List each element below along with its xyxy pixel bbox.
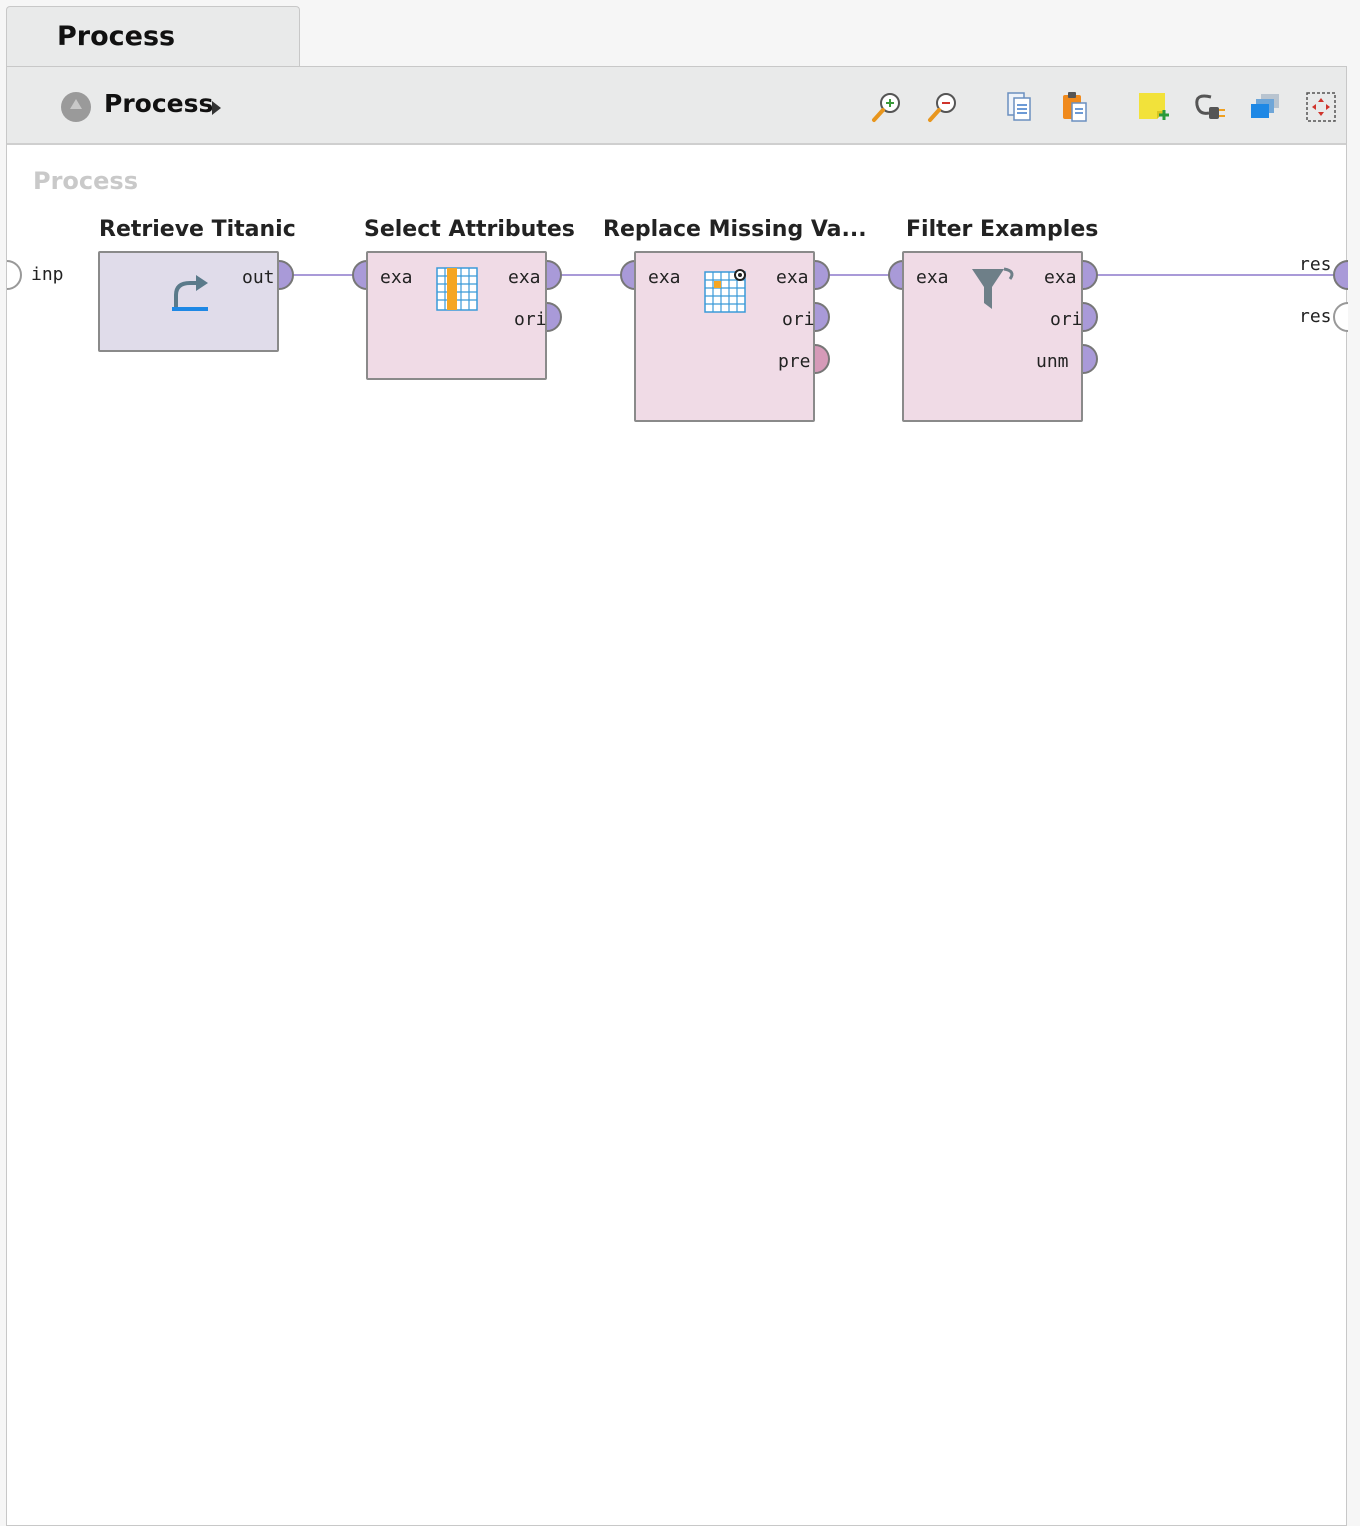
port-out-exa-replace[interactable] <box>814 260 830 290</box>
port-out-retrieve[interactable] <box>278 260 294 290</box>
tab-label: Process <box>57 21 176 52</box>
auto-wire-icon[interactable] <box>1191 89 1227 125</box>
arrange-icon[interactable] <box>1247 89 1283 125</box>
port-label-out-pre: pre <box>778 351 811 372</box>
select-attributes-icon <box>436 267 478 311</box>
input-port-label: inp <box>31 264 64 285</box>
breadcrumb[interactable]: Process <box>104 89 213 118</box>
port-out-unm-filter[interactable] <box>1082 344 1098 374</box>
paste-icon[interactable] <box>1057 89 1093 125</box>
port-out-ori-replace[interactable] <box>814 302 830 332</box>
port-label-out-ori: ori <box>514 309 547 330</box>
result-port-label-2: res <box>1299 306 1332 327</box>
port-label-out-exa: exa <box>776 267 809 288</box>
process-canvas[interactable]: Process inp res res Retrieve Titanic out… <box>7 145 1348 1525</box>
port-label-out-unm: unm <box>1036 351 1069 372</box>
add-note-icon[interactable] <box>1135 89 1171 125</box>
copy-icon[interactable] <box>1001 89 1037 125</box>
operator-filter-examples[interactable]: exa exa ori unm <box>902 251 1083 422</box>
operator-name-replace: Replace Missing Va... <box>603 217 867 242</box>
result-port-2[interactable] <box>1333 302 1348 332</box>
replace-missing-icon <box>704 269 746 313</box>
tab-process[interactable]: Process <box>6 6 300 68</box>
operator-name-retrieve: Retrieve Titanic <box>99 217 296 242</box>
port-label-out-ori: ori <box>782 309 815 330</box>
zoom-in-icon[interactable] <box>869 89 905 125</box>
navigate-up-icon[interactable] <box>61 92 91 122</box>
port-label-out-exa: exa <box>508 267 541 288</box>
filter-icon <box>972 267 1014 309</box>
operator-name-filter: Filter Examples <box>906 217 1099 242</box>
toolbar: Process <box>7 67 1346 145</box>
port-out-ori-select[interactable] <box>546 302 562 332</box>
operator-name-select: Select Attributes <box>364 217 575 242</box>
process-panel: Process Process inp res res Retrieve Tit… <box>6 66 1348 1526</box>
operator-replace-missing[interactable]: exa exa ori pre <box>634 251 815 422</box>
port-in-filter[interactable] <box>888 260 904 290</box>
port-label-in-exa: exa <box>380 267 413 288</box>
port-out-ori-filter[interactable] <box>1082 302 1098 332</box>
operator-select-attributes[interactable]: exa exa ori <box>366 251 547 380</box>
port-out-exa-filter[interactable] <box>1082 260 1098 290</box>
retrieve-icon <box>172 275 208 311</box>
operator-retrieve-titanic[interactable]: out <box>98 251 279 352</box>
zoom-out-icon[interactable] <box>925 89 961 125</box>
port-label-out: out <box>242 267 275 288</box>
port-label-out-exa: exa <box>1044 267 1077 288</box>
port-label-in-exa: exa <box>648 267 681 288</box>
result-port-label-1: res <box>1299 254 1332 275</box>
result-port-1[interactable] <box>1333 260 1348 290</box>
port-label-in-exa: exa <box>916 267 949 288</box>
port-out-exa-select[interactable] <box>546 260 562 290</box>
port-in-replace[interactable] <box>620 260 636 290</box>
process-input-port[interactable] <box>7 260 22 290</box>
port-label-out-ori: ori <box>1050 309 1083 330</box>
fit-icon[interactable] <box>1303 89 1339 125</box>
port-in-select[interactable] <box>352 260 368 290</box>
breadcrumb-arrow-icon[interactable] <box>212 101 221 115</box>
port-out-pre-replace[interactable] <box>814 344 830 374</box>
